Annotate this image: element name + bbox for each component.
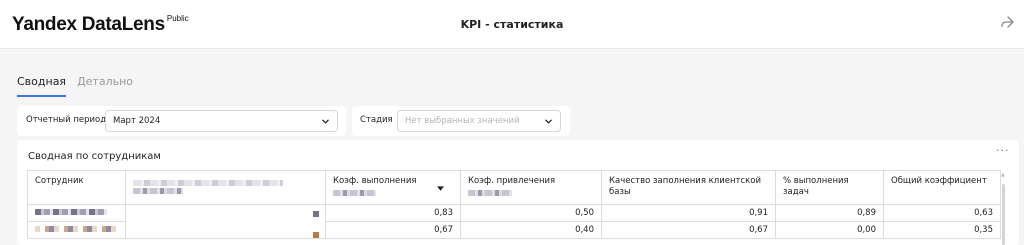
scroll-up-icon[interactable]: ▲ — [1001, 172, 1005, 178]
period-filter: Отчетный период Март 2024 — [17, 106, 346, 136]
stage-filter: Стадия Нет выбранных значений — [352, 106, 570, 136]
column-header-redacted[interactable] — [125, 170, 326, 205]
value-cell: 0,91 — [601, 204, 776, 222]
color-swatch — [313, 211, 319, 217]
period-filter-label: Отчетный период — [26, 115, 107, 125]
page-title: KPI - статистика — [460, 18, 564, 31]
chevron-down-icon — [322, 119, 329, 124]
employee-summary-panel: Сводная по сотрудникам ··· Сотрудник Коэ… — [17, 140, 1019, 245]
tab-summary[interactable]: Сводная — [17, 75, 67, 97]
value-cell: 0,67 — [601, 221, 776, 239]
redacted-cell — [125, 204, 326, 239]
employee-table: Сотрудник Коэф. выполнения Коэф. привлеч… — [27, 170, 1001, 239]
column-header-employee[interactable]: Сотрудник — [27, 170, 126, 205]
tab-bar: Сводная Детально — [17, 70, 144, 97]
value-cell: 0,89 — [775, 204, 884, 222]
more-menu-button[interactable]: ··· — [996, 144, 1010, 157]
redacted-header-text — [333, 190, 376, 196]
column-header-completion-coef[interactable]: Коэф. выполнения — [325, 170, 461, 205]
column-header-overall-coef[interactable]: Общий коэффициент — [883, 170, 1001, 205]
share-icon[interactable] — [999, 14, 1015, 30]
redacted-header-text — [133, 188, 183, 194]
period-select-value: Март 2024 — [113, 116, 161, 126]
value-cell: 0,00 — [775, 221, 884, 239]
column-header-client-base-quality[interactable]: Качество заполнения клиентской базы — [601, 170, 776, 205]
value-cell: 0,40 — [460, 221, 602, 239]
scrollbar-thumb[interactable] — [1002, 184, 1005, 245]
sort-desc-icon[interactable] — [437, 186, 444, 191]
column-header-task-completion[interactable]: % выполнения задач — [775, 170, 884, 205]
value-cell: 0,67 — [325, 221, 461, 239]
table-row[interactable]: 0,83 0,50 0,91 0,89 0,63 — [27, 204, 1001, 239]
column-header-attraction-coef[interactable]: Коэф. привлечения — [460, 170, 602, 205]
value-cell: 0,35 — [883, 221, 1001, 239]
redacted-employee-name — [35, 226, 121, 232]
stage-filter-label: Стадия — [360, 115, 393, 125]
top-bar: Yandex DataLens Public KPI - статистика — [0, 0, 1024, 49]
stage-select-placeholder: Нет выбранных значений — [405, 116, 520, 126]
tab-details[interactable]: Детально — [77, 75, 133, 95]
period-select[interactable]: Март 2024 — [105, 110, 338, 132]
redacted-header-text — [468, 190, 512, 196]
value-cell: 0,63 — [883, 204, 1001, 222]
redacted-employee-name — [35, 209, 107, 215]
table-header-row: Сотрудник Коэф. выполнения Коэф. привлеч… — [27, 170, 1001, 205]
redacted-header-text — [133, 180, 283, 186]
employee-name-cell — [27, 204, 126, 222]
employee-name-cell — [27, 221, 126, 239]
value-cell: 0,83 — [325, 204, 461, 222]
chevron-down-icon — [545, 119, 552, 124]
stage-select[interactable]: Нет выбранных значений — [397, 110, 561, 132]
value-cell: 0,50 — [460, 204, 602, 222]
color-swatch — [313, 232, 319, 238]
panel-title: Сводная по сотрудникам — [28, 151, 161, 162]
table-scrollbar[interactable]: ▲ — [1001, 172, 1006, 245]
